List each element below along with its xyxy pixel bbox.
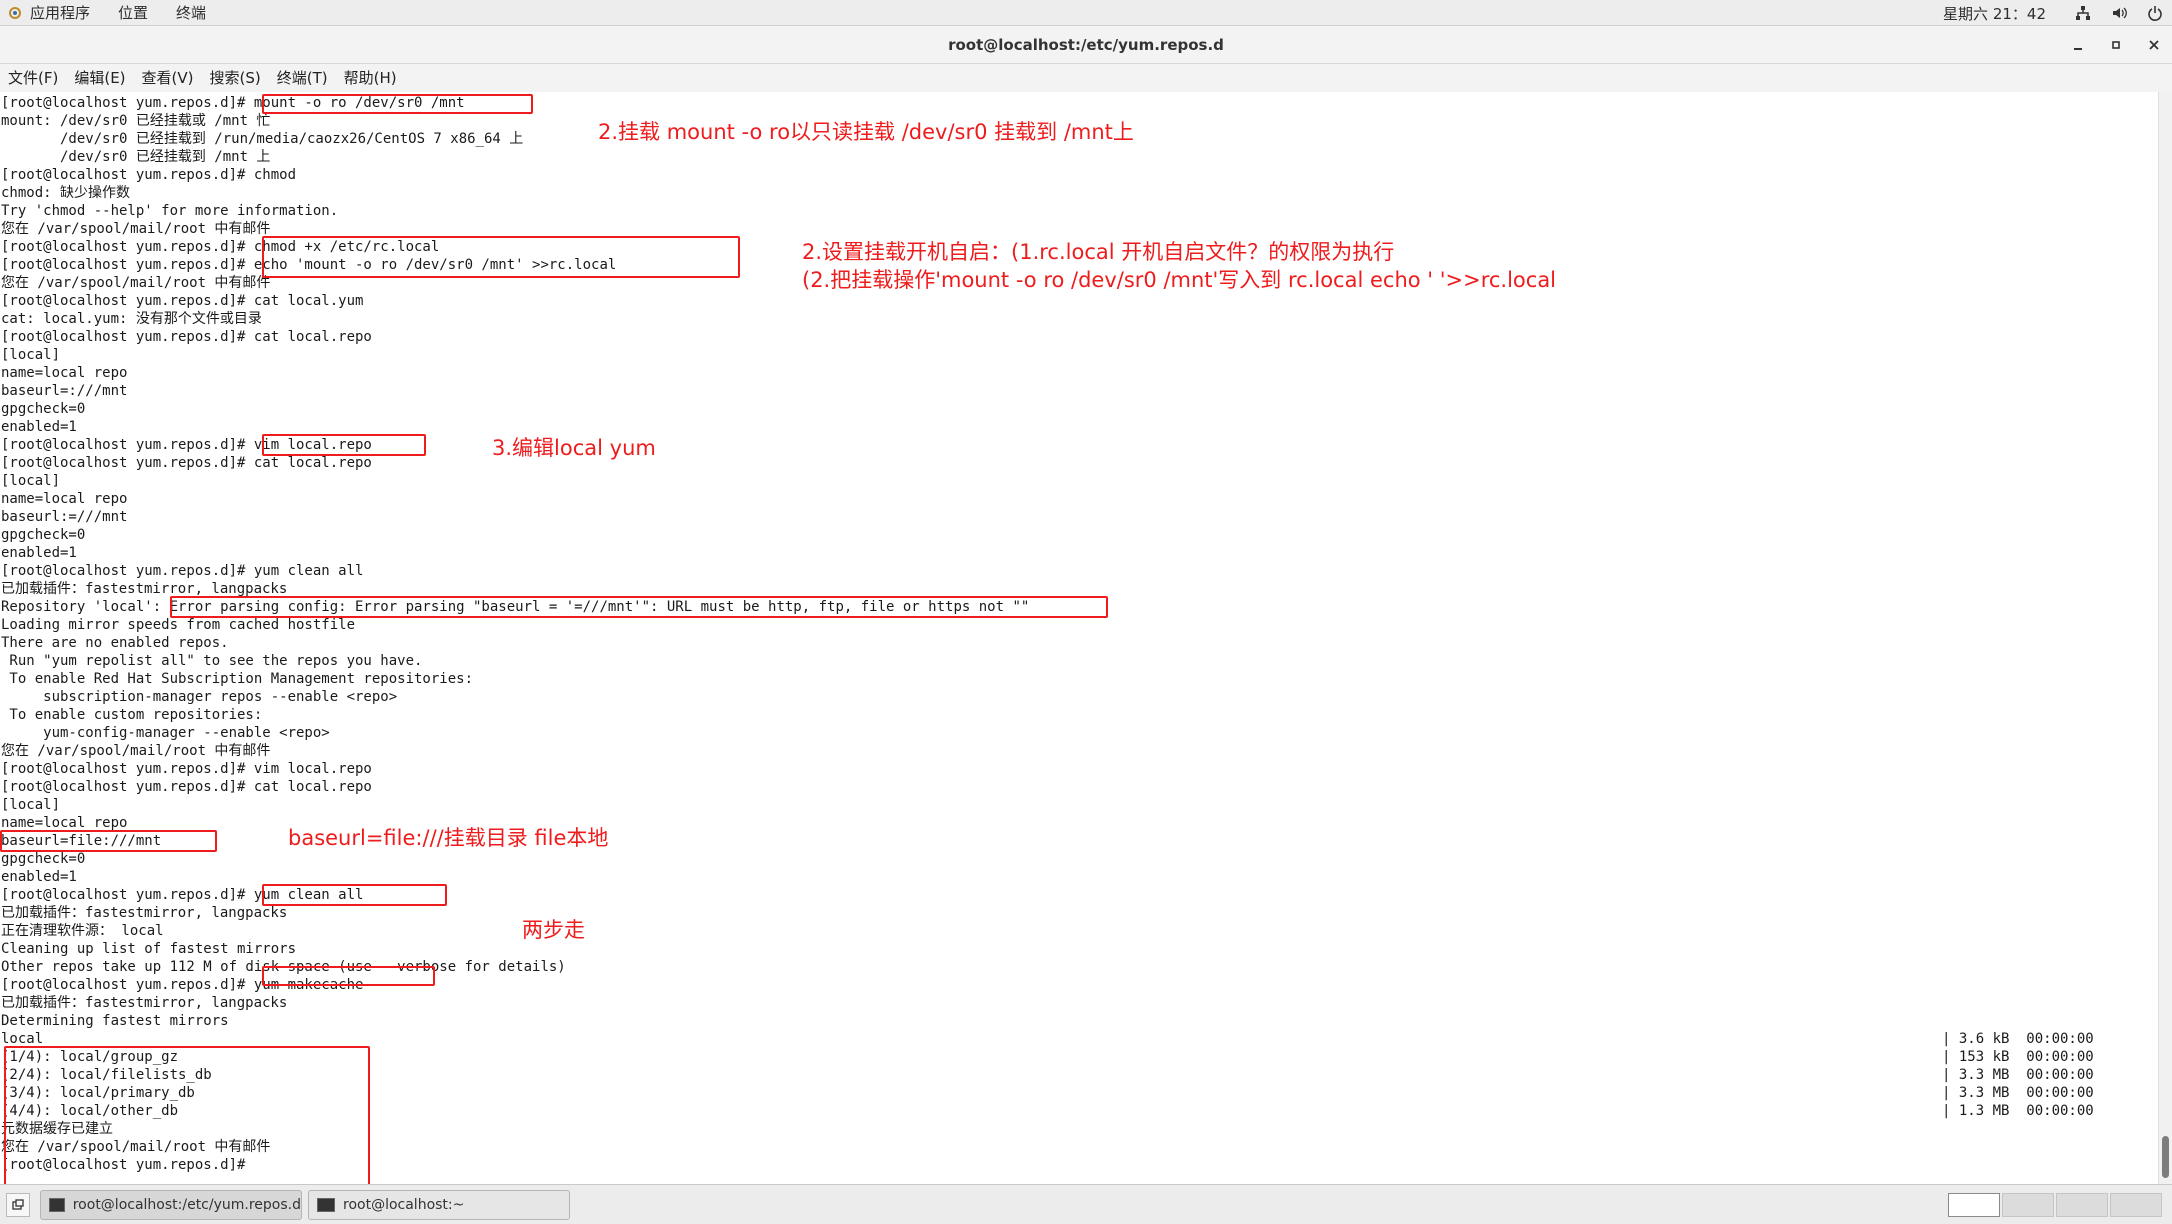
workspace-3[interactable] [2056,1193,2108,1217]
terminal-line: 您在 /var/spool/mail/root 中有邮件 [1,743,271,759]
taskbar-item-label: root@localhost:~ [343,1197,465,1213]
annotation-autostart-2: (2.把挂载操作'mount -o ro /dev/sr0 /mnt'写入到 r… [802,268,1557,292]
highlight-makecache-output [4,1046,370,1184]
places-menu[interactable]: 位置 [104,0,162,26]
workspace-switcher [1948,1193,2162,1217]
menu-terminal[interactable]: 终端(T) [269,64,336,92]
clock[interactable]: 星期六 21：42 [1943,3,2046,24]
annotation-edit-yum: 3.编辑local yum [492,436,656,460]
power-icon[interactable] [2146,4,2164,22]
terminal-scrollbar[interactable] [2158,92,2172,1184]
terminal-line: Other repos take up 112 M of disk space … [1,959,566,975]
terminal-line: [root@localhost yum.repos.d]# chmod [1,167,297,183]
taskbar-item-yum-repos[interactable]: root@localhost:/etc/yum.repos.d [40,1190,302,1220]
menu-edit[interactable]: 编辑(E) [66,64,133,92]
download-stat: | 3.3 MB 00:00:00 [1942,1085,2094,1101]
terminal-line: Run "yum repolist all" to see the repos … [1,653,423,669]
terminal-line: There are no enabled repos. [1,635,229,651]
show-desktop-button[interactable] [6,1193,30,1217]
terminal-line: [root@localhost yum.repos.d]# vim local.… [1,761,372,777]
menu-search[interactable]: 搜索(S) [202,64,269,92]
download-stat: | 3.6 kB 00:00:00 [1942,1031,2094,1047]
highlight-mount-cmd [262,94,533,114]
highlight-baseurl [0,830,217,852]
terminal-line: enabled=1 [1,869,77,885]
maximize-button[interactable] [2108,37,2124,53]
terminal-line: [root@localhost yum.repos.d]# cat local.… [1,329,372,345]
workspace-2[interactable] [2002,1193,2054,1217]
terminal-right-column: | 3.6 kB 00:00:00 | 153 kB 00:00:00 | 3.3 … [1942,1030,2094,1120]
close-button[interactable] [2146,37,2162,53]
volume-icon[interactable] [2110,4,2128,22]
highlight-clean-cmd [262,884,447,906]
terminal-line: [local] [1,797,61,813]
menu-file[interactable]: 文件(F) [0,64,66,92]
download-stat: | 153 kB 00:00:00 [1942,1049,2094,1065]
terminal-line: [root@localhost yum.repos.d]# yum makeca… [1,977,364,993]
terminal-line: enabled=1 [1,545,77,561]
terminal-line: [root@localhost yum.repos.d]# yum clean … [1,563,364,579]
terminal-line: yum-config-manager --enable <repo> [1,725,330,741]
terminal-line: Determining fastest mirrors [1,1013,229,1029]
terminal-line: baseurl=:///mnt [1,383,128,399]
terminal-line: 已加载插件：fastestmirror, langpacks [1,905,288,921]
terminal-line: Loading mirror speeds from cached hostfi… [1,617,356,633]
annotation-two-steps: 两步走 [522,918,585,942]
workspace-4[interactable] [2110,1193,2162,1217]
highlight-vim-cmd [262,434,426,456]
terminal-icon [317,1198,335,1212]
terminal-line: To enable Red Hat Subscription Managemen… [1,671,474,687]
terminal-line: Try 'chmod --help' for more information. [1,203,339,219]
scrollbar-thumb[interactable] [2162,1136,2169,1178]
network-icon[interactable] [2074,4,2092,22]
terminal-line: [local] [1,473,61,489]
terminal-line: Cleaning up list of fastest mirrors [1,941,297,957]
taskbar-item-label: root@localhost:/etc/yum.repos.d [72,1197,301,1213]
show-desktop-icon [12,1199,24,1210]
window-titlebar[interactable]: root@localhost:/etc/yum.repos.d [0,26,2172,64]
top-panel: 应用程序 位置 终端 星期六 21：42 [0,0,2172,26]
terminal-icon [49,1198,65,1212]
terminal-line: [local] [1,347,61,363]
terminal-line: chmod: 缺少操作数 [1,185,131,201]
terminal-menu[interactable]: 终端 [162,0,220,26]
terminal-line: name=local repo [1,491,128,507]
window-title: root@localhost:/etc/yum.repos.d [948,36,1224,54]
applications-menu[interactable]: 应用程序 [16,0,104,26]
menu-help[interactable]: 帮助(H) [336,64,405,92]
highlight-rc-local-cmds [262,236,740,278]
window-controls [2070,26,2162,64]
terminal-line: gpgcheck=0 [1,527,86,543]
terminal-line: To enable custom repositories: [1,707,263,723]
minimize-button[interactable] [2070,37,2086,53]
taskbar-item-home[interactable]: root@localhost:~ [308,1190,570,1220]
top-panel-status: 星期六 21：42 [1943,0,2164,26]
terminal-line: [root@localhost yum.repos.d]# yum clean … [1,887,364,903]
download-stat: | 3.3 MB 00:00:00 [1942,1067,2094,1083]
terminal-line: gpgcheck=0 [1,851,86,867]
menubar: 文件(F) 编辑(E) 查看(V) 搜索(S) 终端(T) 帮助(H) [0,64,2172,92]
annotation-autostart-1: 2.设置挂载开机自启：(1.rc.local 开机自启文件？的权限为执行 [802,240,1395,264]
terminal-line: subscription-manager repos --enable <rep… [1,689,398,705]
workspace-1[interactable] [1948,1193,2000,1217]
annotation-baseurl: baseurl=file:///挂载目录 file本地 [288,826,609,850]
top-panel-menu: 应用程序 位置 终端 [0,0,220,26]
terminal-line: [root@localhost yum.repos.d]# cat local.… [1,293,364,309]
terminal-line: cat: local.yum: 没有那个文件或目录 [1,311,262,327]
menu-view[interactable]: 查看(V) [134,64,202,92]
terminal-line: /dev/sr0 已经挂载到 /mnt 上 [1,149,271,165]
terminal-line: [root@localhost yum.repos.d]# cat local.… [1,779,372,795]
download-stat: | 1.3 MB 00:00:00 [1942,1103,2094,1119]
highlight-makecache-cmd [262,966,435,986]
terminal-area[interactable]: [root@localhost yum.repos.d]# mount -o r… [0,92,2158,1184]
highlight-error-msg [170,596,1108,618]
terminal-line: name=local repo [1,365,128,381]
terminal-line: 正在清理软件源： local [1,923,164,939]
terminal-line: baseurl:=///mnt [1,509,128,525]
annotation-mount: 2.挂载 mount -o ro以只读挂载 /dev/sr0 挂载到 /mnt上 [598,120,1134,144]
terminal-line: gpgcheck=0 [1,401,86,417]
bottom-taskbar: root@localhost:/etc/yum.repos.d root@loc… [0,1184,2172,1224]
terminal-line: 已加载插件：fastestmirror, langpacks [1,995,288,1011]
